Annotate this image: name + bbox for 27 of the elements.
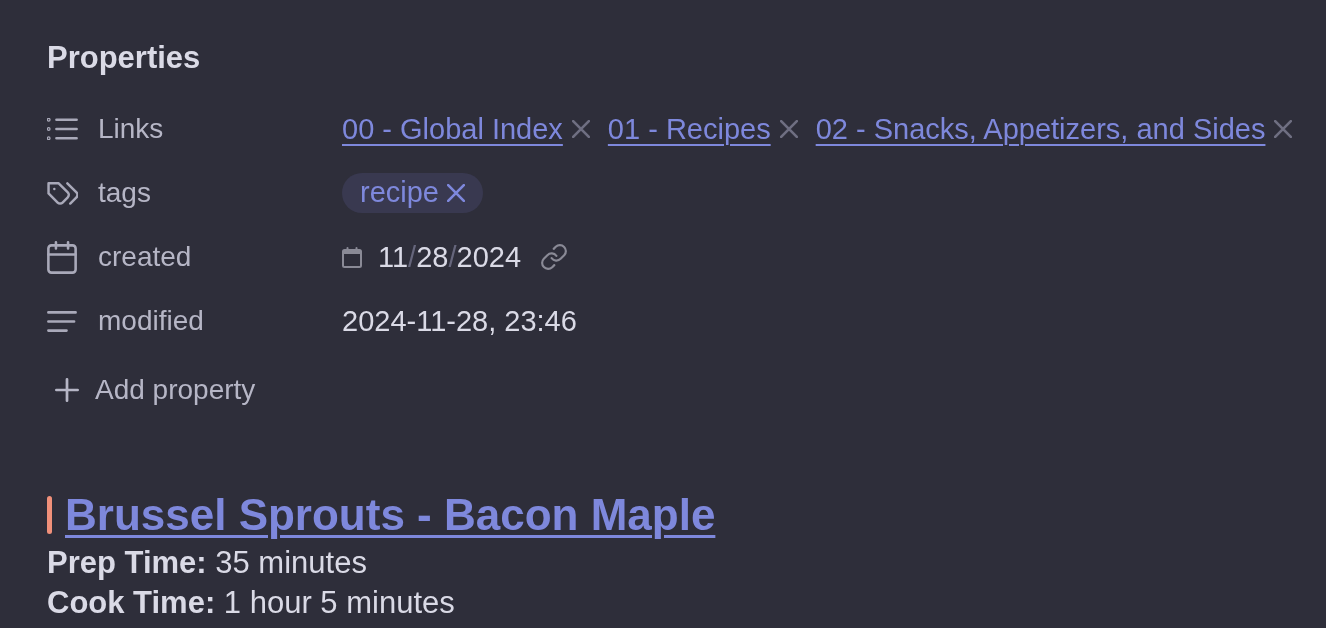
remove-icon[interactable] [779, 120, 798, 138]
remove-icon[interactable] [1274, 120, 1293, 138]
tags-icon[interactable] [47, 181, 78, 205]
remove-icon[interactable] [571, 120, 590, 138]
property-name[interactable]: modified [98, 304, 342, 338]
calendar-icon[interactable] [342, 246, 362, 268]
remove-icon[interactable] [447, 184, 465, 202]
add-property-button[interactable]: Add property [47, 373, 256, 407]
list-icon[interactable] [47, 118, 78, 140]
detail-line: Cook Time: 1 hour 5 minutes [47, 584, 455, 622]
internal-link[interactable]: 00 - Global Index [342, 111, 563, 147]
link-icon[interactable] [541, 244, 567, 270]
tag-pill[interactable]: recipe [342, 173, 483, 213]
calendar-icon[interactable] [47, 240, 77, 274]
property-name[interactable]: created [98, 240, 342, 274]
properties-heading: Properties [47, 40, 201, 76]
date-field[interactable]: 11/28/2024 [378, 239, 521, 275]
text-lines-icon[interactable] [47, 310, 77, 332]
internal-link[interactable]: 02 - Snacks, Appetizers, and Sides [815, 111, 1266, 147]
internal-link[interactable]: 01 - Recipes [607, 111, 771, 147]
property-name[interactable]: Links [98, 112, 342, 146]
property-name[interactable]: tags [98, 176, 342, 210]
heading-marker-icon [47, 496, 52, 534]
detail-line: Prep Time: 35 minutes [47, 544, 367, 582]
datetime-value[interactable]: 2024-11-28, 23:46 [342, 303, 577, 339]
plus-icon [55, 378, 79, 402]
heading-link[interactable]: Brussel Sprouts - Bacon Maple [65, 491, 716, 539]
